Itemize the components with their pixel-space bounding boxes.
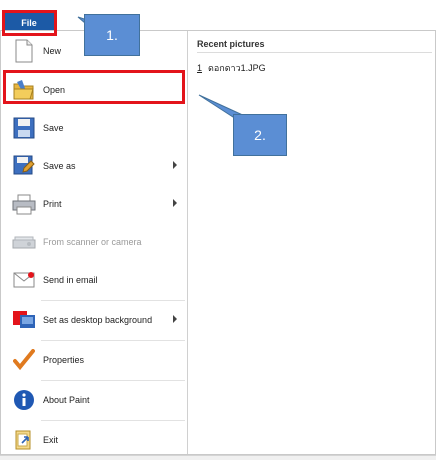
callout-step-1: 1. (84, 14, 140, 56)
callout-pointers (77, 16, 248, 118)
callout-step-2: 2. (233, 114, 287, 156)
